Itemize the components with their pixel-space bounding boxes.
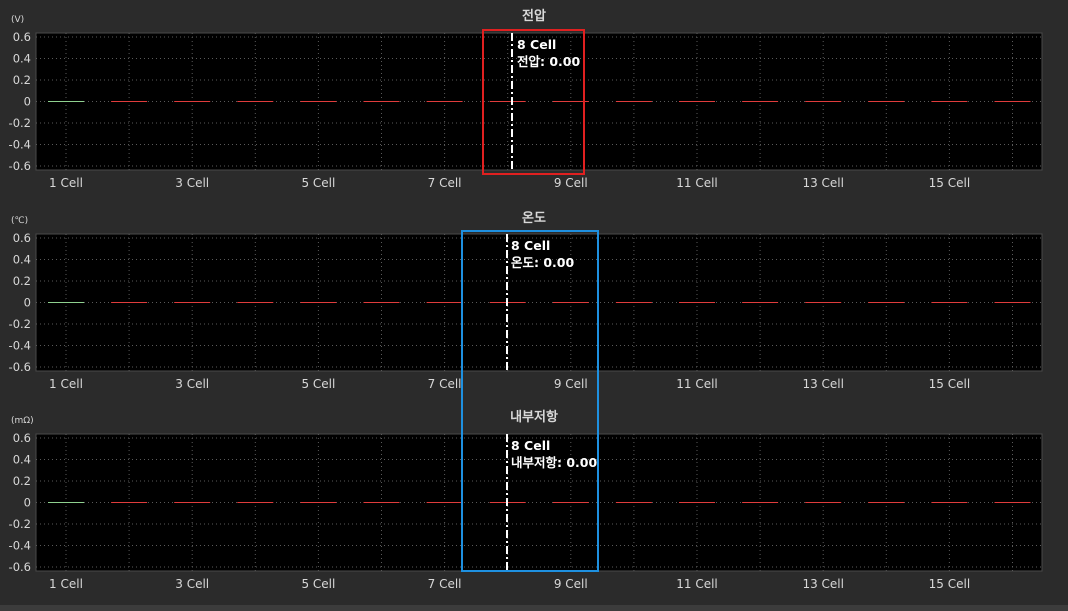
x-tick-label: 7 Cell	[428, 377, 462, 391]
x-tick-label: 3 Cell	[175, 577, 209, 591]
y-tick-label: -0.2	[9, 517, 31, 531]
y-tick-label: 0.6	[13, 231, 31, 245]
y-tick-label: -0.4	[9, 339, 31, 353]
x-tick-label: 9 Cell	[554, 577, 588, 591]
x-tick-label: 3 Cell	[175, 176, 209, 190]
x-tick-label: 9 Cell	[554, 176, 588, 190]
x-tick-label: 1 Cell	[49, 377, 83, 391]
y-tick-label: 0.2	[13, 274, 31, 288]
cursor-category-label: 8 Cell	[517, 37, 556, 52]
y-tick-label: 0.4	[13, 253, 31, 267]
x-tick-label: 5 Cell	[301, 377, 335, 391]
y-tick-label: -0.6	[9, 560, 31, 574]
cursor-value-label: 전압: 0.00	[517, 54, 580, 69]
cursor-value-label: 내부저항: 0.00	[511, 455, 597, 470]
x-tick-label: 15 Cell	[929, 176, 971, 190]
x-tick-label: 1 Cell	[49, 577, 83, 591]
x-tick-label: 5 Cell	[301, 176, 335, 190]
y-tick-label: 0.2	[13, 474, 31, 488]
y-tick-label: 0.6	[13, 30, 31, 44]
x-tick-label: 15 Cell	[929, 577, 971, 591]
x-tick-label: 13 Cell	[802, 377, 844, 391]
cursor-value-label: 온도: 0.00	[511, 255, 574, 270]
y-tick-label: -0.2	[9, 317, 31, 331]
y-tick-label: -0.2	[9, 116, 31, 130]
x-tick-label: 15 Cell	[929, 377, 971, 391]
x-tick-label: 5 Cell	[301, 577, 335, 591]
chart-title: 전압	[522, 8, 546, 24]
y-tick-label: 0.2	[13, 73, 31, 87]
y-tick-label: 0.6	[13, 431, 31, 445]
x-tick-label: 11 Cell	[676, 377, 718, 391]
y-tick-label: 0	[24, 496, 31, 510]
y-tick-label: 0.4	[13, 52, 31, 66]
x-tick-label: 7 Cell	[428, 176, 462, 190]
bottom-scroll-strip	[0, 605, 1068, 611]
y-unit-label: (℃)	[11, 216, 28, 226]
y-unit-label: (V)	[11, 15, 24, 25]
y-tick-label: -0.6	[9, 360, 31, 374]
cell-charts-panel: 0.6 0.4 0.2 0 -0.2 -0.4 -0.6 1 Cell 3 Cell 5 Cell…	[9, 8, 1043, 591]
y-tick-label: 0	[24, 95, 31, 109]
x-tick-label: 1 Cell	[49, 176, 83, 190]
chart-title: 온도	[522, 211, 546, 226]
y-tick-label: 0	[24, 296, 31, 310]
cursor-category-label: 8 Cell	[511, 438, 550, 453]
x-tick-label: 9 Cell	[554, 377, 588, 391]
cursor-category-label: 8 Cell	[511, 238, 550, 253]
x-tick-label: 13 Cell	[802, 577, 844, 591]
x-tick-label: 11 Cell	[676, 577, 718, 591]
y-tick-label: -0.4	[9, 138, 31, 152]
x-tick-label: 3 Cell	[175, 377, 209, 391]
y-tick-label: -0.6	[9, 159, 31, 173]
y-tick-label: -0.4	[9, 539, 31, 553]
x-tick-label: 7 Cell	[428, 577, 462, 591]
y-tick-label: 0.4	[13, 453, 31, 467]
chart-title: 내부저항	[510, 409, 558, 425]
chart-1: 0.6 0.4 0.2 0 -0.2 -0.4 -0.6 1 Cell 3 Cell 5 Cell…	[9, 8, 1043, 190]
y-unit-label: (mΩ)	[11, 416, 34, 426]
chart-3: 0.6 0.4 0.2 0 -0.2 -0.4 -0.6 1 Cell 3 Cell 5 Cell…	[9, 409, 1043, 591]
x-tick-label: 11 Cell	[676, 176, 718, 190]
x-tick-label: 13 Cell	[802, 176, 844, 190]
chart-2: 0.6 0.4 0.2 0 -0.2 -0.4 -0.6 1 Cell 3 Cell 5 Cell…	[9, 211, 1043, 391]
